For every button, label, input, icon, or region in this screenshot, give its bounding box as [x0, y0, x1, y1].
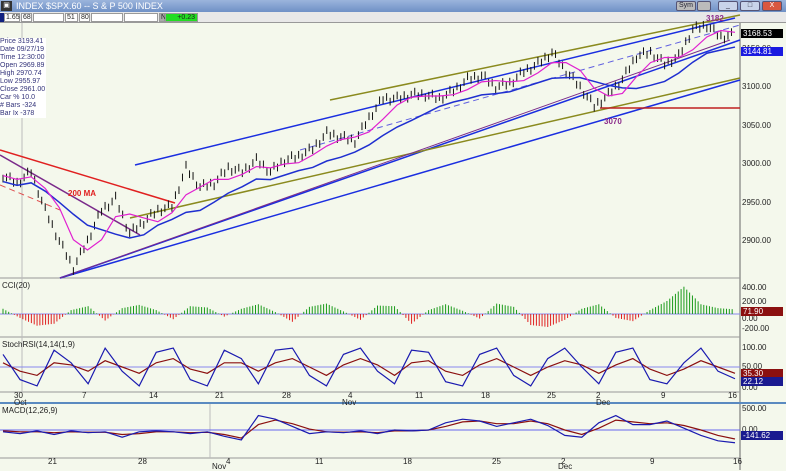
- macd-line: [2, 414, 736, 444]
- last-price-tag: 3168.53: [741, 29, 783, 38]
- date-tick: 11: [315, 457, 324, 466]
- lower-channel-line: [59, 79, 741, 279]
- date-tick: 7: [82, 391, 87, 400]
- cci-value-tag: 71.90: [741, 307, 783, 316]
- price-axis-label: 2950.00: [742, 198, 771, 207]
- info-value: -324: [22, 102, 37, 109]
- info-value: 12:30:00: [17, 54, 45, 61]
- info-value: 10.0: [21, 94, 36, 101]
- dashed-red-line: [0, 184, 61, 211]
- low-annotation: 3070: [604, 117, 622, 126]
- info-row: # Bars -324: [0, 102, 46, 110]
- date-tick: 18: [403, 457, 412, 466]
- cci-axis-label: 400.00: [742, 283, 767, 292]
- info-label: # Bars: [0, 102, 21, 109]
- ma-annotation: 200 MA: [68, 189, 97, 198]
- info-label: Car %: [0, 94, 20, 101]
- info-row: Low 2955.97: [0, 78, 46, 86]
- info-value: 2955.97: [14, 78, 41, 85]
- info-row: Car % 10.0: [0, 94, 46, 102]
- info-row: Time 12:30:00: [0, 54, 46, 62]
- date-tick: 16: [733, 457, 742, 466]
- macd-label: MACD(12,26,9): [2, 406, 58, 415]
- chart-canvas[interactable]: [0, 0, 786, 470]
- stoch-main-tag: 22.12: [741, 377, 783, 386]
- info-value: -378: [20, 110, 35, 117]
- date-tick: 25: [492, 457, 501, 466]
- date-tick: 11: [415, 391, 424, 400]
- ma-value-tag: 3144.81: [741, 47, 783, 56]
- high-annotation: 3182: [706, 14, 724, 23]
- date-tick: 21: [215, 391, 224, 400]
- dashed-blue-line: [299, 24, 741, 151]
- info-row: Price 3193.41: [0, 38, 46, 46]
- trend-lines: [0, 14, 741, 279]
- info-label: High: [0, 70, 15, 77]
- info-row: High 2970.74: [0, 70, 46, 78]
- date-tick: 28: [138, 457, 147, 466]
- macd-axis-label: 500.00: [742, 404, 767, 413]
- stoch-label: StochRSI(14,14(1,9): [2, 340, 75, 349]
- info-label: Bar Ix: [0, 110, 19, 117]
- info-row: Open 2969.89: [0, 62, 46, 70]
- moving-average-blue: [2, 46, 736, 239]
- month-label: Oct: [14, 398, 27, 407]
- info-row: Bar Ix -378: [0, 110, 46, 118]
- info-label: Low: [0, 78, 13, 85]
- cci-histogram: [2, 286, 733, 327]
- date-tick: 21: [48, 457, 57, 466]
- cci-axis-label: -200.00: [742, 324, 770, 333]
- price-axis-label: 3000.00: [742, 159, 771, 168]
- info-value: 3193.41: [17, 38, 44, 45]
- info-label: Date: [0, 46, 15, 53]
- date-tick: 9: [661, 391, 666, 400]
- info-label: Price: [0, 38, 16, 45]
- month-label: Nov: [342, 398, 357, 407]
- date-tick: 28: [282, 391, 291, 400]
- info-value: 09/27/19: [16, 46, 44, 53]
- info-label: Close: [0, 86, 18, 93]
- stoch-axis-label: 100.00: [742, 343, 767, 352]
- window-divider: [0, 402, 786, 404]
- info-value: 2969.89: [19, 62, 45, 69]
- info-value: 2970.74: [16, 70, 42, 77]
- date-tick: 16: [728, 391, 737, 400]
- date-tick: 4: [226, 457, 231, 466]
- info-row: Date 09/27/19: [0, 46, 46, 54]
- price-axis-label: 2900.00: [742, 236, 771, 245]
- date-tick: 18: [481, 391, 490, 400]
- date-tick: 9: [650, 457, 655, 466]
- info-row: Close 2961.00: [0, 86, 46, 94]
- info-label: Time: [0, 54, 16, 61]
- info-label: Open: [0, 62, 18, 69]
- macd-value-tag: -141.62: [741, 431, 783, 440]
- info-value: 2961.00: [19, 86, 46, 93]
- upper-channel-line: [134, 17, 736, 166]
- cci-axis-label: 200.00: [742, 297, 767, 306]
- date-tick: 25: [547, 391, 556, 400]
- month-label: Dec: [596, 398, 611, 407]
- data-window: Price 3193.41 Date 09/27/19 Time 12:30:00 O…: [0, 38, 46, 118]
- price-bars: [2, 20, 732, 275]
- price-axis-label: 3050.00: [742, 121, 771, 130]
- cci-label: CCI(20): [2, 281, 31, 290]
- price-axis-label: 3100.00: [742, 82, 771, 91]
- date-tick: 14: [149, 391, 158, 400]
- moving-average-magenta: [2, 29, 736, 251]
